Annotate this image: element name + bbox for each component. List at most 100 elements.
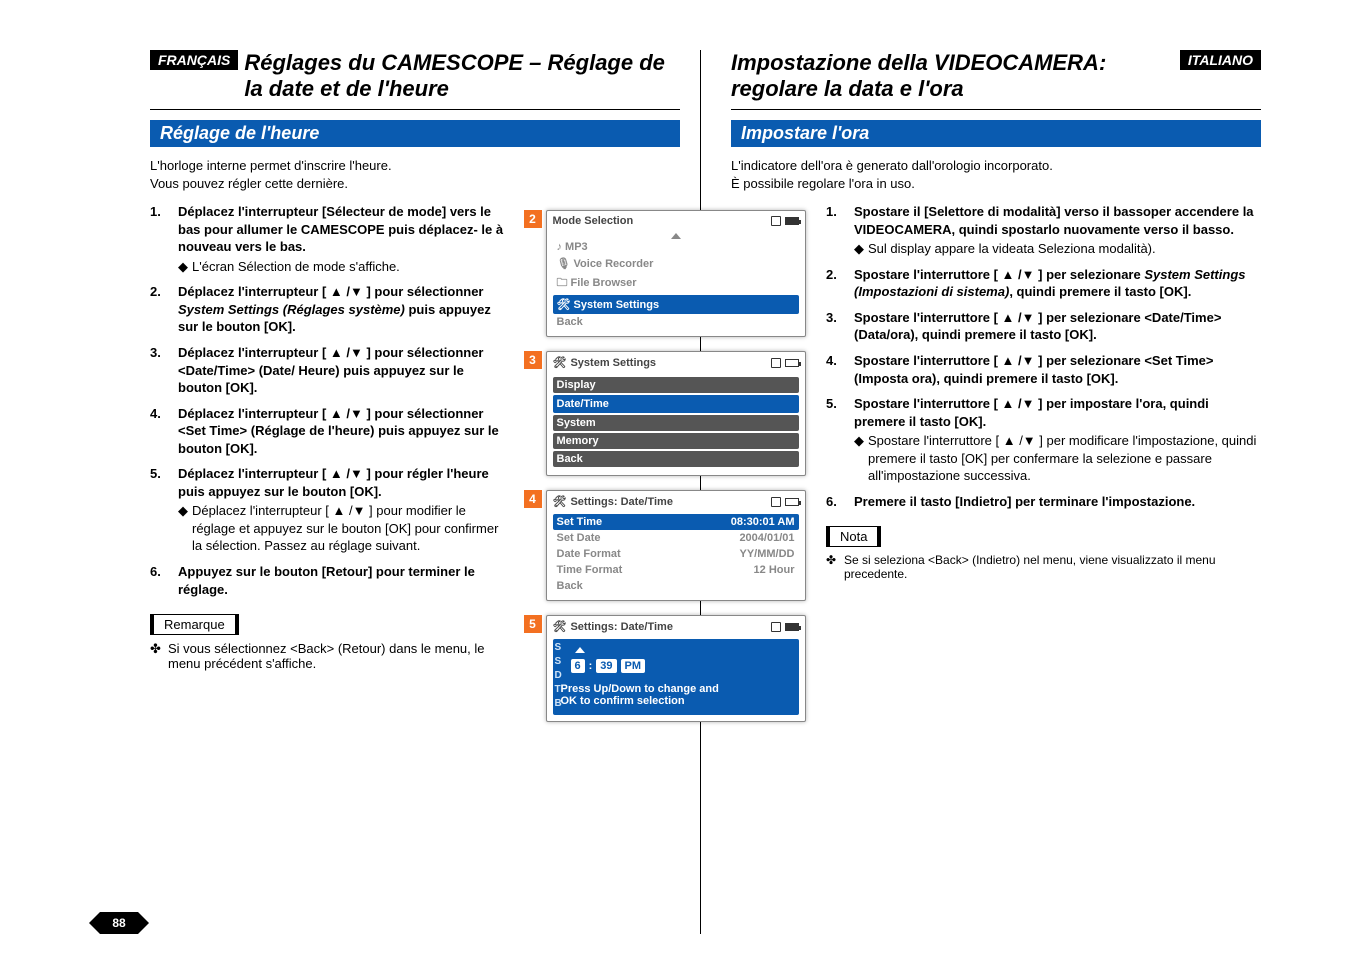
step-item: 6.Appuyez sur le bouton [Retour] pour te… <box>150 563 510 598</box>
left-content: L'horloge interne permet d'inscrire l'he… <box>150 157 510 671</box>
screen-title: System Settings <box>570 357 656 369</box>
screen-4-wrap: 4 🛠Settings: Date/Time Set Time08:30:01 … <box>546 490 806 601</box>
settings-value: YY/MM/DD <box>740 548 795 560</box>
step-body: Déplacez l'interrupteur [ ▲ /▼ ] pour ré… <box>178 465 510 555</box>
step-body: Spostare l'interruttore [ ▲ /▼ ] per sel… <box>854 352 1261 387</box>
note-label-it: Nota <box>826 526 881 547</box>
lang-badge-it: ITALIANO <box>1180 50 1261 70</box>
note-body-fr: ✤ Si vous sélectionnez <Back> (Retour) d… <box>150 641 510 671</box>
page-number: 88 <box>100 912 138 934</box>
screen-set-time: 🛠Settings: Date/Time S S D T B 6 : 39 PM <box>546 615 806 722</box>
menu-item: Date/Time <box>553 395 799 413</box>
step-text: Spostare l'interruttore [ ▲ /▼ ] per imp… <box>854 396 1209 429</box>
step-item: 4.Spostare l'interruttore [ ▲ /▼ ] per s… <box>826 352 1261 387</box>
screen-title-row: Mode Selection <box>547 211 805 229</box>
right-steps: 1.Spostare il [Selettore di modalità] ve… <box>826 203 1261 510</box>
note-text: Si vous sélectionnez <Back> (Retour) dan… <box>168 641 510 671</box>
step-number: 1. <box>150 203 178 275</box>
time-minute: 39 <box>596 659 616 673</box>
time-edit-overlay: S S D T B 6 : 39 PM Press Up/Down to cha… <box>553 639 799 715</box>
screen-body: ♪ MP3🎙 Voice Recorder🗀 File Browser🛠 Sys… <box>547 229 805 336</box>
right-section-bar: Impostare l'ora <box>731 120 1261 147</box>
step-text: Spostare l'interruttore [ ▲ /▼ ] per sel… <box>854 267 1144 282</box>
left-intro: L'horloge interne permet d'inscrire l'he… <box>150 157 510 193</box>
menu-item: 🛠 System Settings <box>553 295 799 314</box>
screen-badge: 5 <box>524 615 542 633</box>
step-sub-text: Spostare l'interruttore [ ▲ /▼ ] per mod… <box>868 432 1261 485</box>
time-edit-row: 6 : 39 PM <box>571 659 791 673</box>
right-title: Impostazione della VIDEOCAMERA: regolare… <box>731 50 1172 103</box>
step-item: 1.Déplacez l'interrupteur [Sélecteur de … <box>150 203 510 275</box>
step-body: Déplacez l'interrupteur [Sélecteur de mo… <box>178 203 510 275</box>
step-body: Déplacez l'interrupteur [ ▲ /▼ ] pour sé… <box>178 405 510 458</box>
step-text: Spostare l'interruttore [ ▲ /▼ ] per sel… <box>854 353 1213 386</box>
lang-badge-fr: FRANÇAIS <box>150 50 238 70</box>
screen-body: DisplayDate/TimeSystemMemoryBack <box>547 371 805 475</box>
step-body: Déplacez l'interrupteur [ ▲ /▼ ] pour sé… <box>178 344 510 397</box>
settings-row: Set Date2004/01/01 <box>553 530 799 546</box>
diamond-icon: ◆ <box>178 502 192 555</box>
settings-row: Time Format12 Hour <box>553 562 799 578</box>
settings-value: 08:30:01 AM <box>731 516 795 528</box>
divider <box>731 109 1261 110</box>
screen-title-row: 🛠Settings: Date/Time <box>547 491 805 510</box>
screen-title: Mode Selection <box>553 215 634 227</box>
step-text: Déplacez l'interrupteur [ ▲ /▼ ] pour ré… <box>178 466 489 499</box>
screen-system-settings: 🛠System Settings DisplayDate/TimeSystemM… <box>546 351 806 476</box>
step-body: Spostare l'interruttore [ ▲ /▼ ] per sel… <box>854 309 1261 344</box>
right-content: 1.Spostare il [Selettore di modalità] ve… <box>826 203 1261 581</box>
menu-item: 🎙 Voice Recorder <box>553 255 799 272</box>
step-body: Déplacez l'interrupteur [ ▲ /▼ ] pour sé… <box>178 283 510 336</box>
step-body: Spostare l'interruttore [ ▲ /▼ ] per imp… <box>854 395 1261 485</box>
screen-badge: 4 <box>524 490 542 508</box>
screen-mode-selection: Mode Selection ♪ MP3🎙 Voice Recorder🗀 Fi… <box>546 210 806 337</box>
step-item: 5.Déplacez l'interrupteur [ ▲ /▼ ] pour … <box>150 465 510 555</box>
step-text: Déplacez l'interrupteur [Sélecteur de mo… <box>178 204 503 254</box>
step-body: Spostare l'interruttore [ ▲ /▼ ] per sel… <box>854 266 1261 301</box>
step-number: 5. <box>150 465 178 555</box>
diamond-icon: ◆ <box>854 432 868 485</box>
step-number: 1. <box>826 203 854 258</box>
card-icon <box>771 622 781 632</box>
step-text: Spostare il [Selettore di modalità] vers… <box>854 204 1254 237</box>
step-sub: ◆L'écran Sélection de mode s'affiche. <box>178 258 510 276</box>
step-text: Premere il tasto [Indietro] per terminar… <box>854 494 1195 509</box>
step-sub: ◆Sul display appare la videata Seleziona… <box>854 240 1261 258</box>
card-icon <box>771 497 781 507</box>
step-body: Spostare il [Selettore di modalità] vers… <box>854 203 1261 258</box>
card-icon <box>771 216 781 226</box>
note-bullet-icon: ✤ <box>826 553 844 581</box>
left-section-bar: Réglage de l'heure <box>150 120 680 147</box>
intro-line: L'horloge interne permet d'inscrire l'he… <box>150 158 392 173</box>
step-number: 2. <box>150 283 178 336</box>
step-italic: System Settings (Réglages système) <box>178 302 405 317</box>
screen-title: Settings: Date/Time <box>570 496 673 508</box>
menu-item: System <box>553 415 799 431</box>
note-text: Se si seleziona <Back> (Indietro) nel me… <box>844 553 1261 581</box>
menu-item: Back <box>553 451 799 467</box>
screen-settings-datetime: 🛠Settings: Date/Time Set Time08:30:01 AM… <box>546 490 806 601</box>
step-text: Spostare l'interruttore [ ▲ /▼ ] per sel… <box>854 310 1221 343</box>
note-body-it: ✤ Se si seleziona <Back> (Indietro) nel … <box>826 553 1261 581</box>
menu-item: ♪ MP3 <box>553 239 799 255</box>
step-sub: ◆Spostare l'interruttore [ ▲ /▼ ] per mo… <box>854 432 1261 485</box>
settings-key: Back <box>557 580 795 592</box>
right-intro: L'indicatore dell'ora è generato dall'or… <box>731 157 1261 193</box>
left-title: Réglages du CAMESCOPE – Réglage de la da… <box>244 50 680 103</box>
note-label-fr: Remarque <box>150 614 239 635</box>
step-item: 3.Déplacez l'interrupteur [ ▲ /▼ ] pour … <box>150 344 510 397</box>
step-sub-text: Déplacez l'interrupteur [ ▲ /▼ ] pour mo… <box>192 502 510 555</box>
step-number: 5. <box>826 395 854 485</box>
step-body: Appuyez sur le bouton [Retour] pour term… <box>178 563 510 598</box>
step-item: 6.Premere il tasto [Indietro] per termin… <box>826 493 1261 511</box>
settings-row: Date FormatYY/MM/DD <box>553 546 799 562</box>
intro-line: Vous pouvez régler cette dernière. <box>150 176 348 191</box>
colon: : <box>589 660 593 672</box>
card-icon <box>771 358 781 368</box>
screen-body: S S D T B 6 : 39 PM Press Up/Down to cha… <box>547 635 805 721</box>
diamond-icon: ◆ <box>854 240 868 258</box>
screen-3-wrap: 3 🛠System Settings DisplayDate/TimeSyste… <box>546 351 806 476</box>
screen-badge: 3 <box>524 351 542 369</box>
manual-page: FRANÇAIS Réglages du CAMESCOPE – Réglage… <box>0 0 1351 954</box>
step-number: 3. <box>826 309 854 344</box>
